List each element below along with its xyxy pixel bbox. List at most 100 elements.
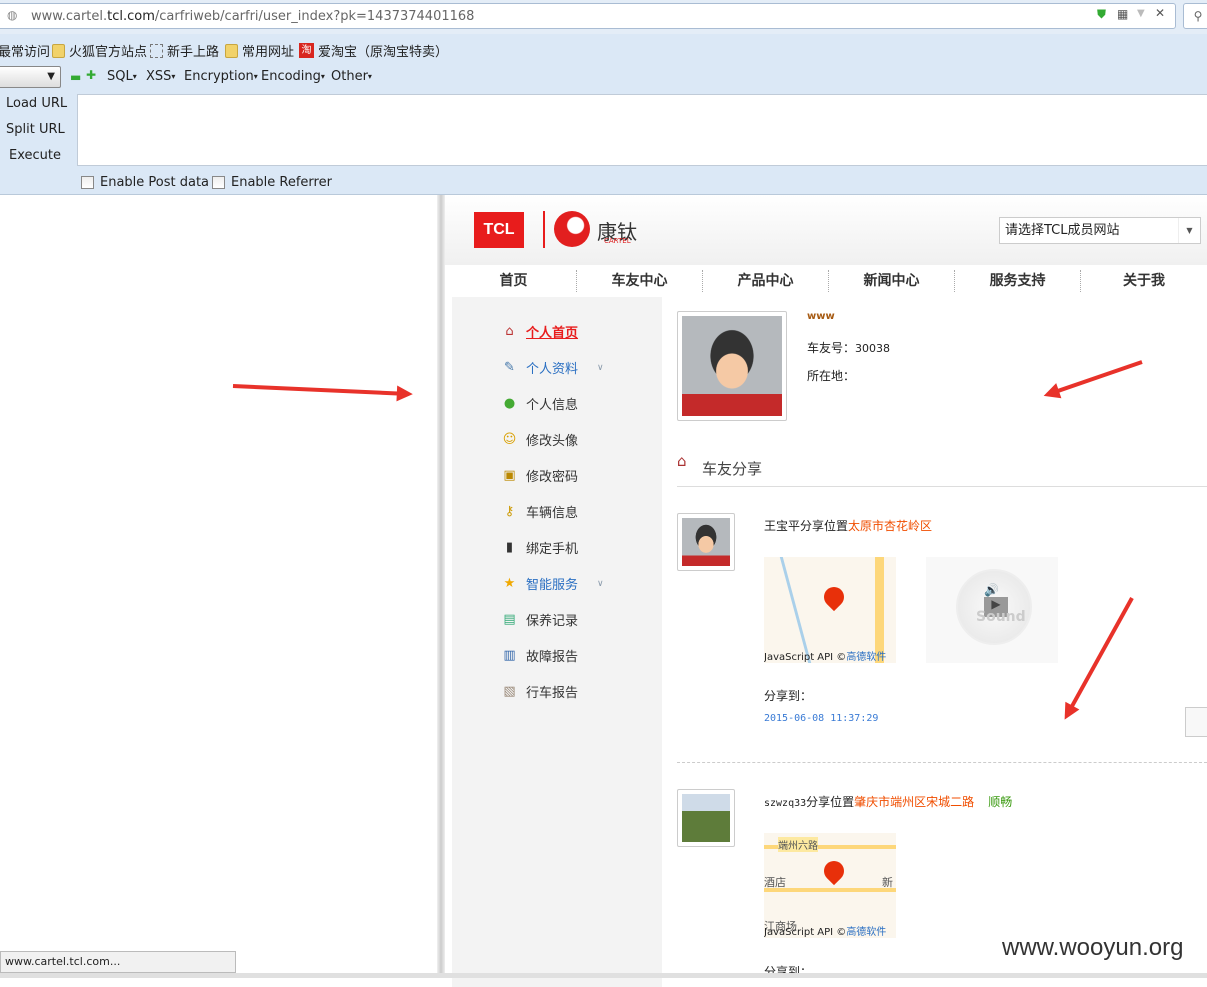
user-sidebar: ⌂ 个人首页 ✎ 个人资料 ∨ ● 个人信息 ☺ 修改头像 ▣ 修改密码 ⚷ 车辆信息 ▮ 绑定… <box>452 297 662 987</box>
shield-icon[interactable]: ⛊ <box>1097 7 1106 22</box>
nav-support[interactable]: 服务支持 <box>955 270 1082 292</box>
sidebar-item-phone[interactable]: ▮ 绑定手机 <box>501 538 671 557</box>
share-time: 2015-06-08 11:37:29 <box>764 713 879 724</box>
traffic-status: 顺畅 <box>988 795 1013 809</box>
map-credit: JavaScript API ©高德软件 <box>764 652 887 663</box>
chevron-down-icon: ∨ <box>597 362 604 373</box>
share-place-link[interactable]: 太原市杏花岭区 <box>848 519 932 533</box>
dropdown-icon[interactable]: ▼ <box>1137 8 1145 19</box>
split-divider <box>437 195 445 978</box>
globe-icon: ◍ <box>7 8 18 22</box>
sidebar-item-fault[interactable]: ▥ 故障报告 <box>501 646 671 665</box>
chevron-down-icon: ▼ <box>1178 218 1200 243</box>
menu-other[interactable]: Other▾ <box>331 69 372 84</box>
sound-label: Sound <box>976 609 1026 625</box>
hackbar-select[interactable]: ▼ <box>0 66 61 88</box>
menu-xss[interactable]: XSS▾ <box>146 69 175 84</box>
increase-icon[interactable]: ✚ <box>86 68 96 82</box>
share-to-label: 分享到： <box>764 689 813 703</box>
qr-code-icon[interactable]: ▦ <box>1117 7 1128 21</box>
share-text: szwzq33分享位置肇庆市端州区宋城二路 顺畅 <box>764 795 1013 809</box>
sidebar-item-drive-report[interactable]: ▧ 行车报告 <box>501 682 671 701</box>
folder-icon <box>52 43 65 58</box>
divider <box>677 486 1207 487</box>
decrease-icon[interactable]: ▬ <box>70 70 81 84</box>
page-icon <box>150 43 163 58</box>
member-site-select[interactable]: 请选择TCL成员网站 ▼ <box>999 217 1201 244</box>
enable-post-checkbox[interactable]: Enable Post data <box>81 175 209 190</box>
brand-sub: CARTEL <box>604 237 631 245</box>
search-icon[interactable]: ⚲ <box>1183 3 1207 29</box>
report-icon: ▥ <box>503 648 516 663</box>
share-map[interactable]: JavaScript API ©高德软件 <box>764 557 896 663</box>
avatar-image <box>682 518 730 566</box>
bookmark-firefox-site[interactable]: 火狐官方站点 <box>52 41 147 60</box>
menu-encoding[interactable]: Encoding▾ <box>261 69 325 84</box>
load-url-button[interactable]: Load URL <box>6 96 67 111</box>
bookmark-aitaobao[interactable]: 淘爱淘宝（原淘宝特卖） <box>299 41 448 60</box>
bottom-bar <box>0 973 1207 978</box>
nav-products[interactable]: 产品中心 <box>703 270 830 292</box>
share-button[interactable] <box>1185 707 1207 737</box>
split-url-button[interactable]: Split URL <box>6 122 65 137</box>
folder-icon <box>225 43 238 58</box>
sidebar-item-avatar[interactable]: ☺ 修改头像 <box>501 430 671 449</box>
sidebar-item-vehicle[interactable]: ⚷ 车辆信息 <box>501 502 671 521</box>
browser-toolbars: 最常访问 火狐官方站点 新手上路 常用网址 淘爱淘宝（原淘宝特卖） ▼ ▬ ✚ … <box>0 34 1207 195</box>
sidebar-item-smart-service[interactable]: ★ 智能服务 ∨ <box>501 574 671 593</box>
user-icon: ● <box>503 396 516 411</box>
nav-about[interactable]: 关于我 <box>1081 270 1207 292</box>
smile-icon: ☺ <box>502 432 517 447</box>
url-bar-area: ◍ www.cartel.tcl.com/carfriweb/carfri/us… <box>0 0 1207 34</box>
share-avatar[interactable] <box>677 789 735 847</box>
nav-home[interactable]: 首页 <box>451 270 578 292</box>
execute-button[interactable]: Execute <box>9 148 61 163</box>
web-page: TCL 康钛 CARTEL 请选择TCL成员网站 ▼ 首页 车友中心 产品中心 新… <box>445 195 1207 987</box>
phone-icon: ▮ <box>505 540 514 555</box>
url-text[interactable]: www.cartel.tcl.com/carfriweb/carfri/user… <box>31 9 474 24</box>
map-credit: JavaScript API ©高德软件 <box>764 927 887 938</box>
sidebar-item-home[interactable]: ⌂ 个人首页 <box>501 322 671 341</box>
bookmark-most-visited[interactable]: 最常访问 <box>0 41 50 60</box>
sidebar-item-info[interactable]: ● 个人信息 <box>501 394 671 413</box>
hackbar-url-textarea[interactable] <box>77 94 1207 166</box>
sound-player[interactable]: 🔊 ▶ Sound <box>926 557 1058 663</box>
annotation-arrow <box>232 384 409 396</box>
divider <box>677 762 1207 763</box>
sidebar-item-profile[interactable]: ✎ 个人资料 ∨ <box>501 358 671 377</box>
address-bar[interactable]: ◍ www.cartel.tcl.com/carfriweb/carfri/us… <box>0 3 1176 29</box>
key-icon: ⚷ <box>504 504 515 519</box>
close-icon[interactable]: ✕ <box>1155 6 1165 20</box>
edit-icon: ✎ <box>504 360 515 375</box>
site-header: TCL 康钛 CARTEL 请选择TCL成员网站 ▼ <box>445 195 1207 265</box>
nav-news[interactable]: 新闻中心 <box>829 270 956 292</box>
share-text: 王宝平分享位置太原市杏花岭区 <box>764 519 933 533</box>
status-bar: www.cartel.tcl.com... <box>0 951 236 973</box>
tcl-logo[interactable]: TCL <box>474 212 524 248</box>
menu-encryption[interactable]: Encryption▾ <box>184 69 258 84</box>
main-nav: 首页 车友中心 产品中心 新闻中心 服务支持 关于我 <box>451 265 1207 297</box>
share-place-link[interactable]: 肇庆市端州区宋城二路 <box>854 795 974 809</box>
map-pin-icon <box>819 582 849 612</box>
chevron-down-icon: ∨ <box>597 578 604 589</box>
avatar-image <box>682 316 782 416</box>
nav-friends-center[interactable]: 车友中心 <box>577 270 704 292</box>
bookmark-common-sites[interactable]: 常用网址 <box>225 41 294 60</box>
sidebar-item-maintenance[interactable]: ▤ 保养记录 <box>501 610 671 629</box>
watermark: www.wooyun.org <box>1002 934 1184 961</box>
bookmark-getting-started[interactable]: 新手上路 <box>150 41 219 60</box>
record-icon: ▤ <box>503 612 516 627</box>
profile-avatar[interactable] <box>677 311 787 421</box>
map-pin-icon <box>819 856 849 886</box>
sidebar-item-password[interactable]: ▣ 修改密码 <box>501 466 671 485</box>
profile-name[interactable]: www <box>807 311 835 322</box>
menu-sql[interactable]: SQL▾ <box>107 69 137 84</box>
share-avatar[interactable] <box>677 513 735 571</box>
cartel-logo-icon <box>554 211 590 247</box>
share-map[interactable]: 端州六路 酒店 新 江商场 JavaScript API ©高德软件 <box>764 833 896 938</box>
home-icon: ⌂ <box>677 452 687 470</box>
avatar-image <box>682 794 730 842</box>
enable-referrer-checkbox[interactable]: Enable Referrer <box>212 175 332 190</box>
speaker-icon: 🔊 <box>984 583 999 597</box>
clipboard-icon: ▧ <box>503 684 516 699</box>
